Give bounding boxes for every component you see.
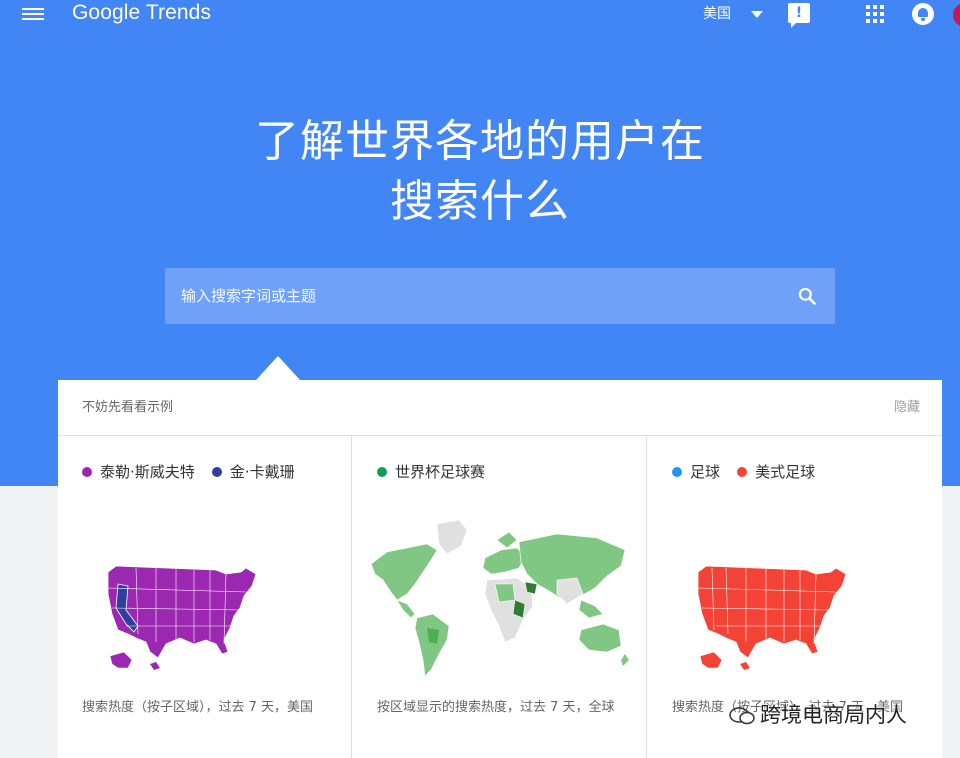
legend-dot: [377, 467, 387, 477]
feedback-icon[interactable]: !: [788, 3, 810, 28]
legend-dot: [211, 467, 222, 477]
legend-item: 世界杯足球赛: [377, 462, 485, 482]
us-map: [107, 565, 257, 670]
us-map: [697, 565, 847, 670]
examples-header: 不妨先看看示例 隐藏: [58, 380, 942, 436]
legend-item: 泰勒·斯威夫特: [82, 462, 195, 482]
examples-title: 不妨先看看示例: [82, 400, 174, 415]
world-map: [370, 519, 629, 677]
chevron-down-icon[interactable]: [751, 11, 763, 18]
watermark-text: 跨境电商局内人: [760, 703, 907, 727]
notification-bell-icon[interactable]: [912, 3, 934, 25]
avatar[interactable]: [953, 3, 960, 27]
legend-item: 金·卡戴珊: [211, 462, 295, 482]
example-caption: 按区域显示的搜索热度，过去 7 天，全球: [377, 700, 615, 715]
wechat-icon: [729, 707, 755, 725]
app-logo[interactable]: Google Trends: [72, 0, 211, 26]
page-title-line1: 了解世界各地的用户在: [255, 116, 705, 167]
legend: 足球 美式足球: [672, 462, 827, 482]
hide-button[interactable]: 隐藏: [894, 399, 920, 417]
menu-icon[interactable]: [22, 6, 44, 24]
apps-grid-icon[interactable]: [866, 5, 884, 23]
example-caption: 搜索热度（按子区域），过去 7 天，美国: [82, 700, 314, 715]
legend-dot: [737, 467, 748, 477]
example-card-taylor-vs-kim[interactable]: 泰勒·斯威夫特 金·卡戴珊 搜索热度（按子区域），过去 7 天，美国: [58, 436, 352, 758]
page-title: 了解世界各地的用户在 搜索什么: [0, 112, 960, 232]
watermark: 跨境电商局内人: [722, 698, 937, 734]
legend: 泰勒·斯威夫特 金·卡戴珊: [82, 462, 307, 482]
search-box: [165, 268, 835, 324]
legend-item: 美式足球: [737, 462, 815, 482]
search-icon[interactable]: [797, 286, 817, 306]
search-input[interactable]: [165, 268, 785, 324]
top-bar: Google Trends 美国 !: [0, 0, 960, 30]
region-selector[interactable]: 美国: [703, 4, 731, 24]
examples-pointer: [256, 356, 300, 380]
legend-dot: [672, 467, 682, 477]
legend: 世界杯足球赛: [377, 462, 497, 482]
page-title-line2: 搜索什么: [390, 176, 570, 227]
legend-item: 足球: [672, 462, 720, 482]
legend-dot: [82, 467, 92, 477]
example-card-world-cup[interactable]: 世界杯足球赛 按区域显示的搜索热度，过去 7 天，全球: [353, 436, 647, 758]
